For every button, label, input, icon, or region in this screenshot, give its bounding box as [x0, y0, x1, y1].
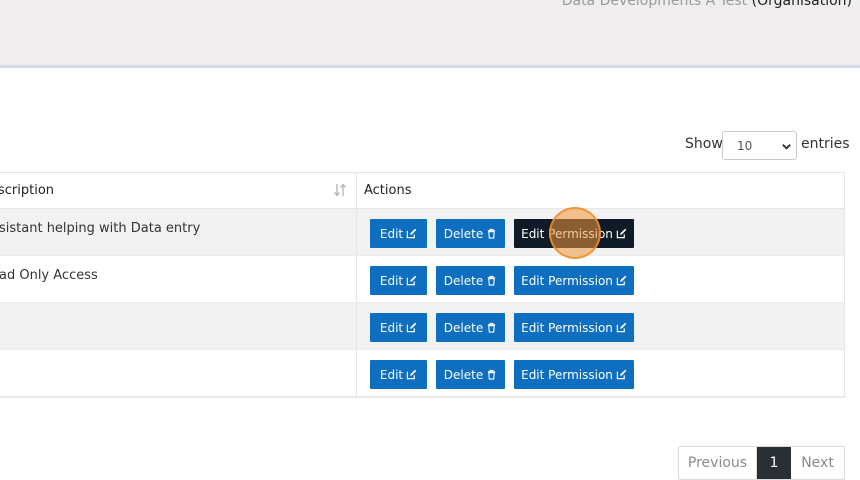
edit-button[interactable]: Edit — [370, 313, 427, 342]
chevron-down-icon — [782, 144, 791, 150]
edit-icon — [406, 322, 417, 333]
column-divider — [356, 303, 357, 349]
role-description: ad Only Access — [0, 268, 98, 283]
edit-button[interactable]: Edit — [370, 266, 427, 295]
roles-table: scription Actions sistant helping with D… — [0, 172, 845, 398]
edit-permission-button[interactable]: Edit Permission — [514, 360, 634, 389]
pagination-previous[interactable]: Previous — [679, 447, 757, 479]
edit-permission-button[interactable]: Edit Permission — [514, 266, 634, 295]
top-header: Data Developments A Test (Organisation) — [0, 0, 860, 65]
column-divider — [356, 209, 357, 255]
delete-button[interactable]: Delete — [436, 360, 505, 389]
edit-icon — [406, 228, 417, 239]
role-description: sistant helping with Data entry — [0, 221, 201, 236]
entries-label: entries — [801, 136, 850, 152]
delete-label: Delete — [443, 226, 484, 241]
column-divider — [356, 350, 357, 396]
pagination-page-current[interactable]: 1 — [757, 447, 791, 479]
delete-label: Delete — [443, 367, 484, 382]
column-header-actions: Actions — [364, 183, 412, 198]
edit-icon — [616, 228, 627, 239]
edit-permission-label: Edit Permission — [521, 320, 613, 335]
column-header-description[interactable]: scription — [0, 183, 54, 198]
edit-permission-button[interactable]: Edit Permission — [514, 313, 634, 342]
edit-permission-label: Edit Permission — [521, 273, 613, 288]
trash-icon — [488, 275, 496, 286]
edit-button[interactable]: Edit — [370, 360, 427, 389]
edit-permission-label: Edit Permission — [521, 367, 613, 382]
trash-icon — [488, 369, 496, 380]
column-divider — [356, 256, 357, 302]
edit-permission-label: Edit Permission — [521, 226, 613, 241]
pagination-next[interactable]: Next — [791, 447, 844, 479]
sort-icon[interactable] — [333, 182, 347, 198]
delete-button[interactable]: Delete — [436, 266, 505, 295]
edit-icon — [616, 322, 627, 333]
delete-label: Delete — [443, 273, 484, 288]
edit-icon — [616, 275, 627, 286]
table-row: Edit Delete Edit Permission — [0, 303, 844, 350]
edit-label: Edit — [379, 367, 404, 382]
organisation-name: Data Developments A Test — [561, 0, 748, 9]
pagination: Previous 1 Next — [678, 446, 845, 480]
table-row: ad Only Access Edit Delete Edit Permissi… — [0, 256, 844, 303]
table-row: sistant helping with Data entry Edit Del… — [0, 209, 844, 256]
edit-label: Edit — [379, 273, 404, 288]
trash-icon — [488, 228, 496, 239]
delete-button[interactable]: Delete — [436, 219, 505, 248]
column-divider — [356, 173, 357, 208]
organisation-type: (Organisation) — [751, 0, 852, 9]
edit-icon — [406, 369, 417, 380]
entries-per-page-value: 10 — [737, 139, 753, 153]
organisation-label: Data Developments A Test (Organisation) — [562, 0, 852, 9]
delete-label: Delete — [443, 320, 484, 335]
edit-label: Edit — [379, 226, 404, 241]
edit-permission-button[interactable]: Edit Permission — [514, 219, 634, 248]
show-label: Show — [685, 136, 723, 152]
content-panel: Show 10 entries scription Actions sistan… — [0, 68, 860, 480]
edit-label: Edit — [379, 320, 404, 335]
table-header: scription Actions — [0, 173, 844, 209]
edit-icon — [406, 275, 417, 286]
edit-icon — [616, 369, 627, 380]
trash-icon — [488, 322, 496, 333]
edit-button[interactable]: Edit — [370, 219, 427, 248]
entries-per-page-select[interactable]: 10 — [722, 131, 797, 160]
table-row: Edit Delete Edit Permission — [0, 350, 844, 397]
delete-button[interactable]: Delete — [436, 313, 505, 342]
